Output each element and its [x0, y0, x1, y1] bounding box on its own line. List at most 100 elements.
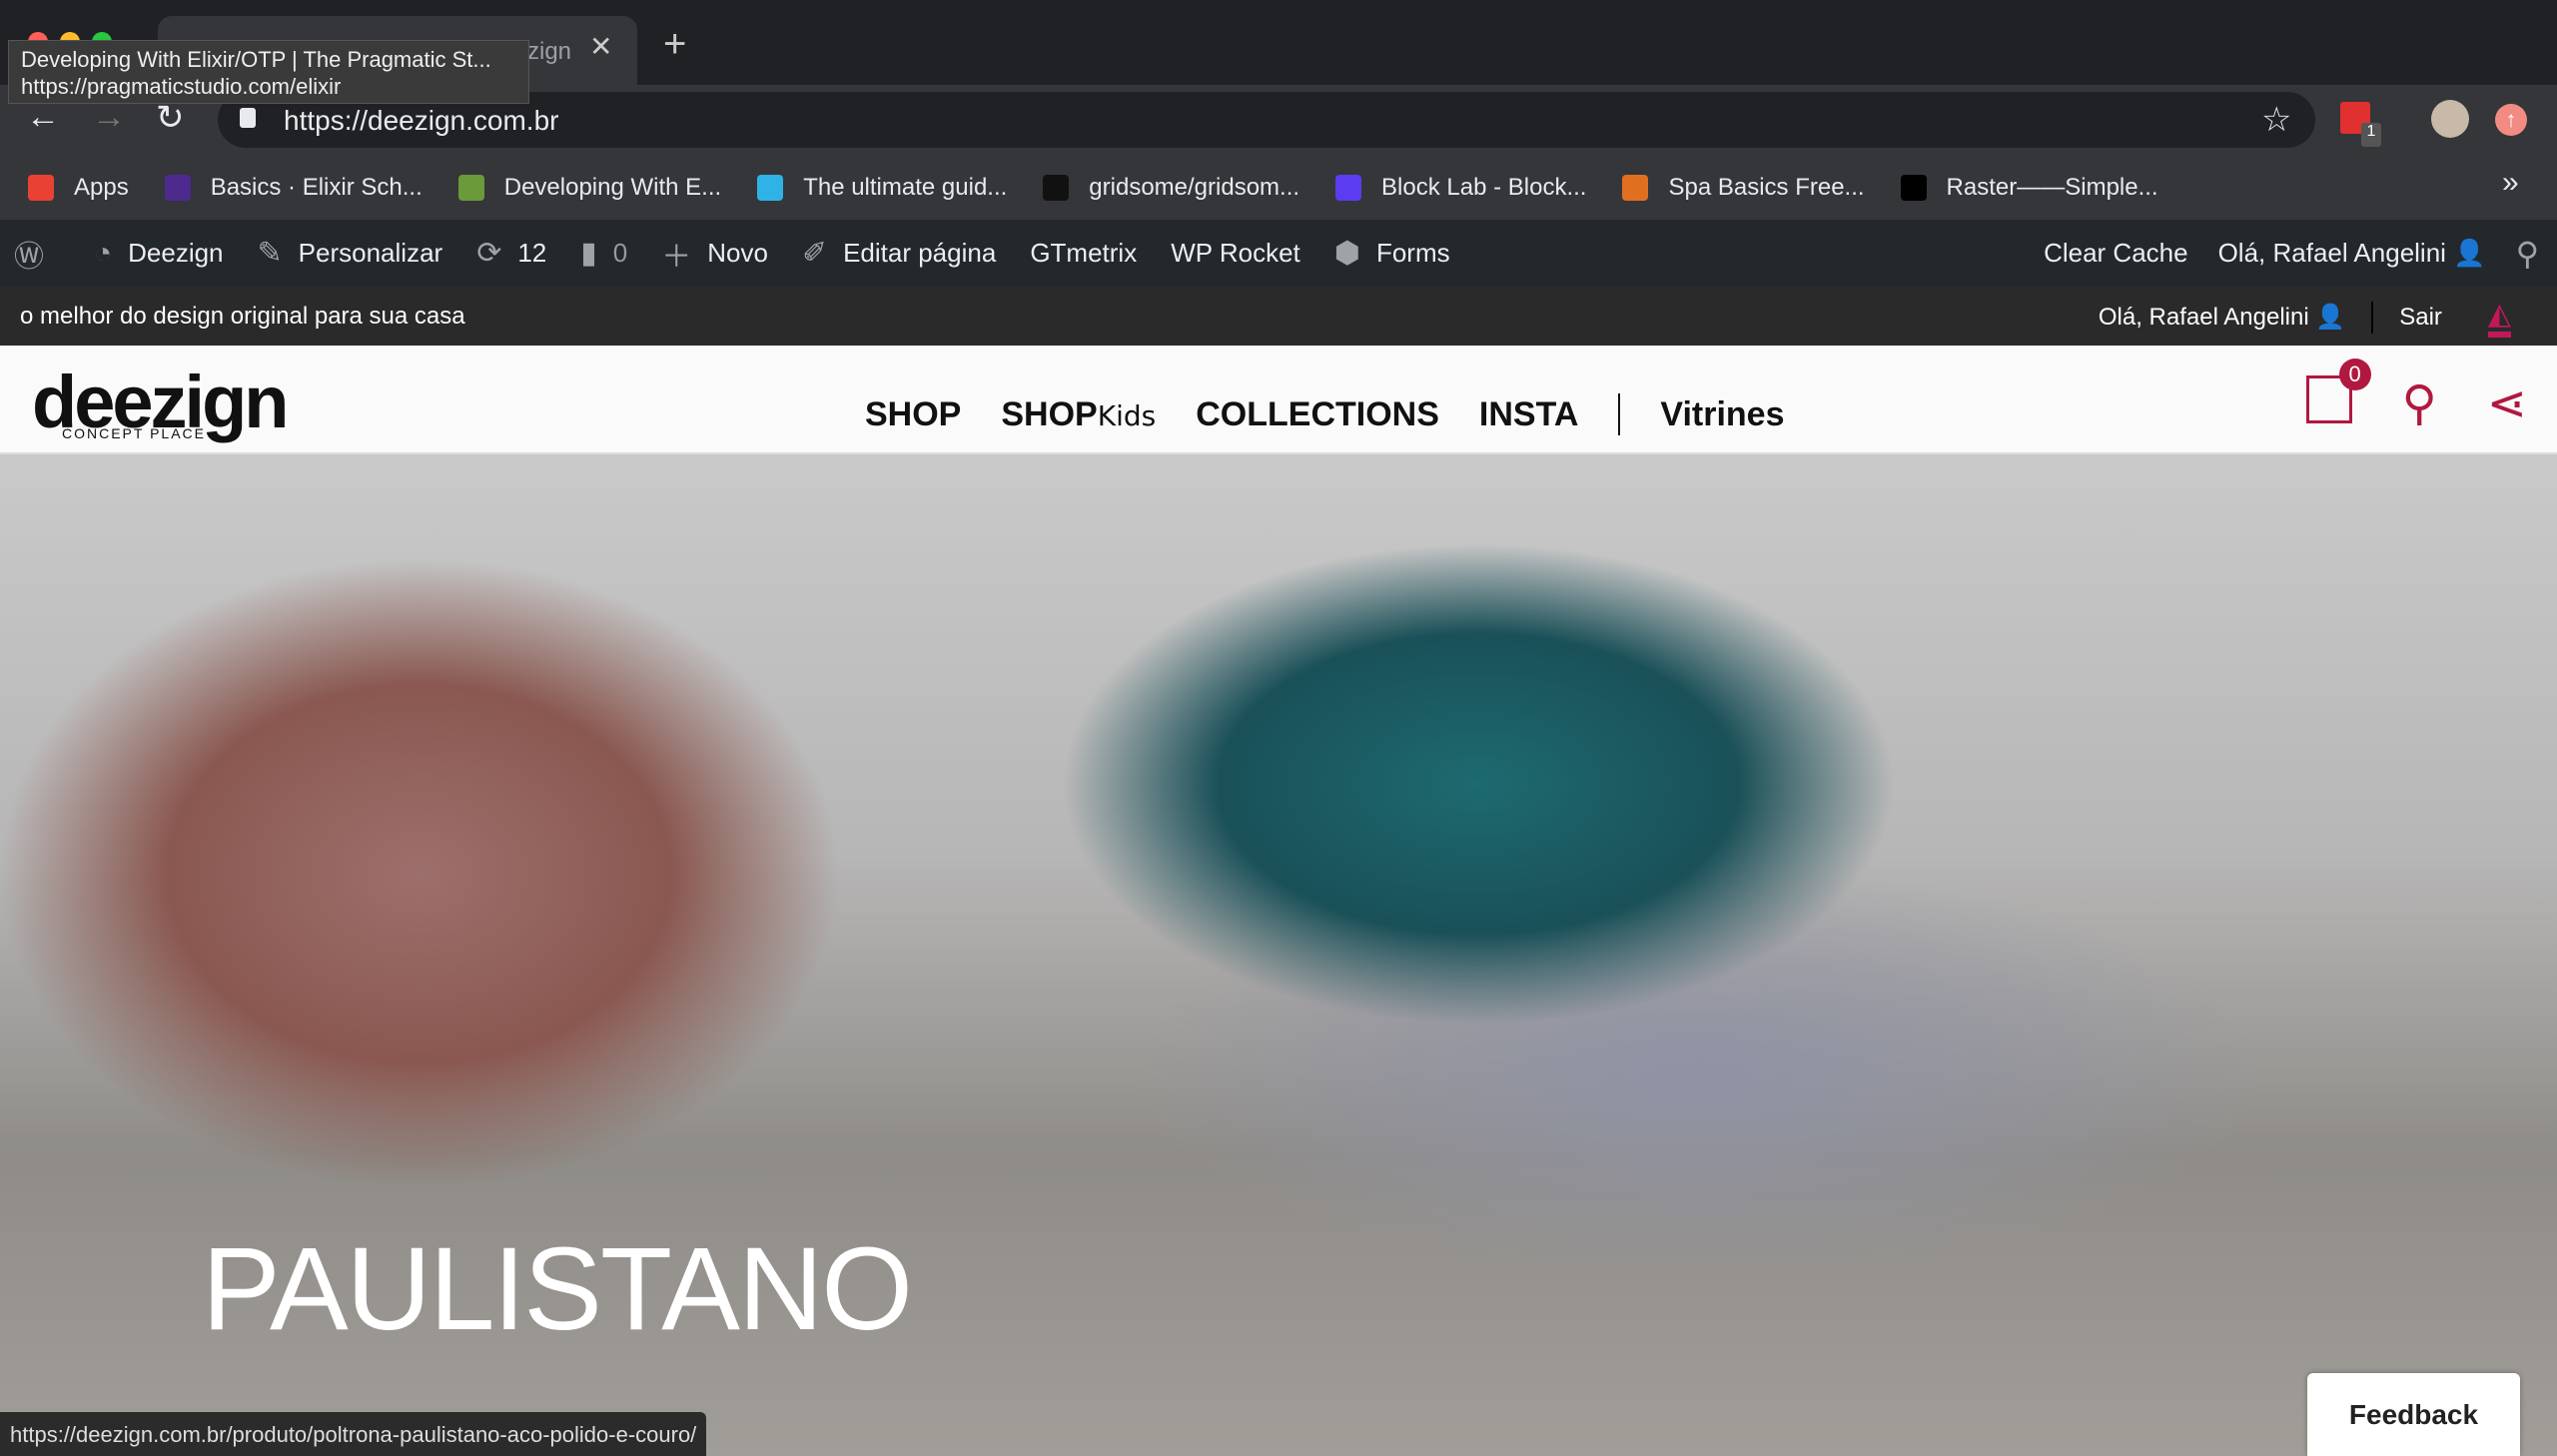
bookmark-item[interactable]: Basics · Elixir Sch...	[164, 173, 423, 202]
blocklab-icon	[1335, 174, 1362, 201]
wp-updates-link[interactable]: ⟳ 12	[476, 236, 546, 271]
bookmark-item[interactable]: gridsome/gridsom...	[1043, 174, 1299, 202]
site-label: Deezign	[128, 238, 224, 268]
bookmark-item[interactable]: Apps	[28, 174, 129, 202]
wprocket-label: WP Rocket	[1171, 238, 1300, 268]
extension-badge: 1	[2361, 123, 2381, 147]
address-bar[interactable]: https://deezign.com.br	[218, 92, 2315, 148]
bookmark-item[interactable]: The ultimate guid...	[757, 174, 1007, 202]
search-icon[interactable]: ⚲	[2402, 375, 2437, 431]
lock-icon[interactable]	[240, 108, 256, 128]
bear-icon	[757, 174, 784, 201]
edit-label: Editar página	[843, 238, 997, 268]
profile-avatar[interactable]	[2431, 100, 2469, 138]
forms-label: Forms	[1375, 238, 1450, 268]
bookmark-label: Basics · Elixir Sch...	[210, 173, 423, 201]
brush-icon: ✎	[257, 237, 283, 270]
nav-collections[interactable]: COLLECTIONS	[1196, 395, 1439, 434]
bookmark-item[interactable]: Developing With E...	[457, 173, 722, 202]
divider	[2371, 301, 2374, 334]
tooltip-url: https://pragmaticstudio.com/elixir	[21, 74, 342, 99]
lotus-icon	[1622, 174, 1649, 201]
tagline: o melhor do design original para sua cas…	[20, 303, 465, 330]
customize-label: Personalizar	[298, 238, 443, 268]
s-icon	[457, 174, 484, 201]
feedback-button[interactable]: Feedback	[2307, 1373, 2520, 1456]
user-icon: 👤	[2453, 238, 2486, 268]
wp-edit-page-link[interactable]: ✐ Editar página	[802, 236, 996, 271]
comment-icon: ▮	[580, 237, 597, 270]
nav-divider	[1618, 393, 1621, 435]
hero-title: PAULISTANO	[202, 1223, 913, 1355]
bookmarks-more-button[interactable]: »	[2502, 166, 2519, 200]
bookmark-item[interactable]: Block Lab - Block...	[1335, 174, 1586, 202]
header-icons: 0 ⚲ ⋖	[2305, 359, 2527, 431]
wp-logo[interactable]: Ⓦ	[14, 232, 60, 276]
wp-new-link[interactable]: ＋ Novo	[661, 232, 768, 276]
account-link[interactable]: Olá, Rafael Angelini 👤	[2099, 303, 2345, 332]
cart-icon[interactable]: 0	[2305, 359, 2371, 423]
status-bar-url: https://deezign.com.br/produto/poltrona-…	[0, 1412, 707, 1456]
bookmark-label: Raster——Simple...	[1946, 173, 2158, 201]
cart-count: 0	[2338, 359, 2371, 390]
nav-vitrines[interactable]: Vitrines	[1660, 395, 1784, 434]
reload-icon[interactable]: ↻	[156, 98, 185, 138]
wp-gtmetrix-link[interactable]: GTmetrix	[1030, 238, 1137, 269]
greeting: Olá, Rafael Angelini	[2098, 304, 2309, 331]
wp-greeting: Olá, Rafael Angelini	[2217, 238, 2446, 268]
nav-shop-label: SHOP	[1001, 394, 1098, 433]
new-label: Novo	[707, 238, 768, 268]
search-icon[interactable]: ⚲	[2516, 235, 2539, 273]
bookmark-item[interactable]: Raster——Simple...	[1900, 173, 2158, 202]
wp-admin-right: Clear Cache Olá, Rafael Angelini 👤 ⚲	[2044, 220, 2539, 287]
url-text: https://deezign.com.br	[284, 105, 559, 136]
logo-subtitle: CONCEPT PLACE	[62, 425, 206, 441]
raster-icon	[1900, 174, 1927, 201]
hero-banner[interactable]: PAULISTANO	[0, 454, 2557, 1456]
site-header: deezign CONCEPT PLACE SHOP SHOPKids COLL…	[0, 346, 2557, 454]
comments-count: 0	[612, 238, 628, 268]
new-tab-button[interactable]: +	[663, 22, 686, 67]
nav-shop[interactable]: SHOP	[865, 395, 961, 434]
bookmark-label: The ultimate guid...	[803, 173, 1008, 201]
wp-forms-link[interactable]: ⬢ Forms	[1334, 236, 1450, 271]
apps-grid-icon	[28, 174, 54, 201]
bookmark-star-icon[interactable]: ☆	[2261, 100, 2291, 140]
top-strip: o melhor do design original para sua cas…	[0, 287, 2557, 346]
wp-rocket-link[interactable]: WP Rocket	[1171, 238, 1300, 269]
wp-account-link[interactable]: Olá, Rafael Angelini 👤	[2218, 238, 2486, 269]
clear-cache-link[interactable]: Clear Cache	[2044, 238, 2188, 269]
paint-bucket-icon[interactable]: ◭	[2487, 297, 2511, 338]
bookmark-label: Spa Basics Free...	[1668, 173, 1865, 201]
pencil-icon: ✐	[801, 237, 828, 270]
bookmarks-bar: Apps Basics · Elixir Sch... Developing Wit…	[0, 155, 2557, 220]
tab-title: zign	[527, 38, 572, 65]
bookmark-label: Apps	[74, 173, 129, 201]
updates-icon: ⟳	[476, 237, 502, 270]
nav-insta[interactable]: INSTA	[1479, 395, 1578, 434]
share-icon[interactable]: ⋖	[2487, 375, 2527, 431]
plus-icon: ＋	[661, 240, 692, 274]
wordpress-icon: Ⓦ	[14, 240, 44, 274]
updates-count: 12	[517, 238, 547, 268]
github-icon	[1043, 174, 1070, 201]
user-icon: 👤	[2315, 304, 2346, 331]
tab-close-icon[interactable]: ✕	[589, 30, 612, 63]
logout-link[interactable]: Sair	[2399, 304, 2442, 332]
bookmark-label: gridsome/gridsom...	[1089, 173, 1300, 201]
bookmark-label: Block Lab - Block...	[1381, 173, 1587, 201]
dashboard-icon: ◔	[94, 236, 113, 270]
bookmark-item[interactable]: Spa Basics Free...	[1622, 173, 1865, 202]
elixir-icon	[164, 174, 191, 201]
forms-icon: ⬢	[1333, 237, 1360, 270]
nav-shop-kids[interactable]: SHOPKids	[1001, 395, 1156, 434]
account-links: Olá, Rafael Angelini 👤 Sair ◭	[2099, 297, 2511, 338]
update-icon[interactable]: ↑	[2495, 104, 2527, 136]
wp-site-link[interactable]: ◔ Deezign	[94, 237, 224, 271]
wp-customize-link[interactable]: ✎ Personalizar	[258, 236, 443, 271]
bookmark-label: Developing With E...	[503, 173, 722, 201]
main-nav: SHOP SHOPKids COLLECTIONS INSTA Vitrines	[865, 393, 1785, 435]
gtmetrix-label: GTmetrix	[1030, 238, 1138, 268]
wp-comments-link[interactable]: ▮ 0	[580, 236, 627, 271]
tab-tooltip: Developing With Elixir/OTP | The Pragmat…	[8, 40, 529, 104]
